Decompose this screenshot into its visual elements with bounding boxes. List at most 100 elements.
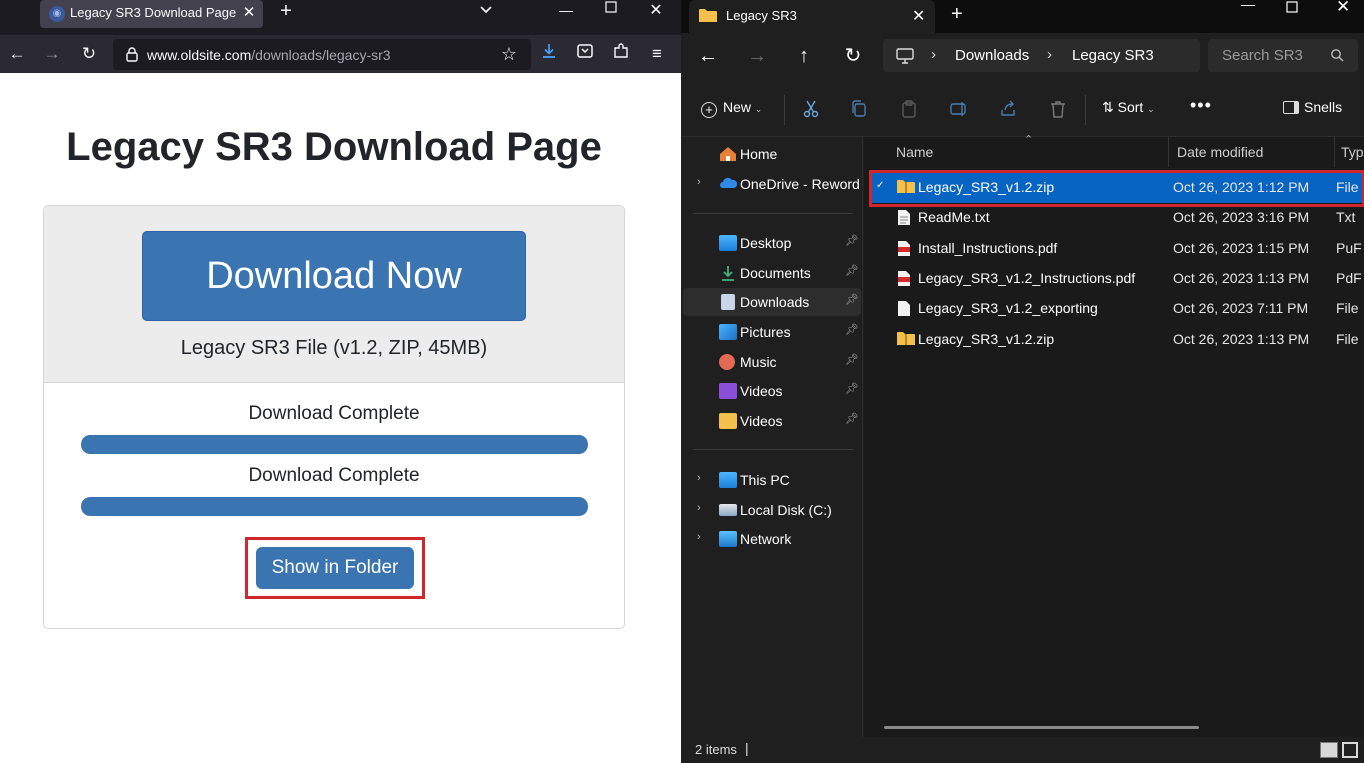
chevron-down-icon: ⌄ <box>1147 104 1155 114</box>
delete-icon[interactable] <box>1048 99 1068 119</box>
nav-item-videos-folder[interactable]: Videos 📌︎ <box>683 407 861 435</box>
file-list: ⌃ Name Date modified Typ ✓ Legacy_SR3_v1.… <box>864 134 1364 737</box>
pocket-icon[interactable] <box>573 42 597 66</box>
nav-item-music[interactable]: Music 📌︎ <box>683 348 861 376</box>
tiles-view-icon[interactable] <box>1342 742 1358 758</box>
pin-icon[interactable]: 📌︎ <box>845 412 859 425</box>
column-divider[interactable] <box>1168 137 1169 167</box>
column-header: ⌃ Name Date modified Typ <box>864 134 1364 167</box>
nav-item-desktop[interactable]: Desktop 📌︎ <box>683 229 861 257</box>
breadcrumb[interactable]: › Downloads › Legacy SR3 <box>883 39 1200 72</box>
computer-icon <box>896 48 914 69</box>
share-icon[interactable] <box>998 99 1018 119</box>
close-window-icon[interactable]: ✕ <box>1336 0 1350 17</box>
pin-icon[interactable]: 📌︎ <box>845 382 859 395</box>
column-type-header[interactable]: Typ <box>1341 144 1364 160</box>
progress-fill <box>81 435 588 454</box>
paste-icon[interactable] <box>899 99 919 119</box>
table-row[interactable]: Install_Instructions.pdf Oct 26, 2023 1:1… <box>870 234 1364 264</box>
nav-divider <box>693 213 853 214</box>
forward-arrow-icon[interactable]: → <box>745 44 769 68</box>
nav-item-documents[interactable]: Documents 📌︎ <box>683 259 861 287</box>
back-arrow-icon[interactable]: ← <box>5 42 29 66</box>
details-pane-button[interactable]: Snells <box>1283 99 1342 115</box>
downloads-icon[interactable] <box>537 42 561 66</box>
table-row[interactable]: Legacy_SR3_v1.2_Instructions.pdf Oct 26, … <box>870 264 1364 294</box>
breadcrumb-legacy-sr3[interactable]: Legacy SR3 <box>1072 47 1154 64</box>
toolbar-divider <box>784 95 785 125</box>
chevron-right-icon: › <box>697 472 701 484</box>
file-explorer-window: Legacy SR3 ✕ + — ✕ ← → ↑ ↻ › Downloads ›… <box>681 0 1364 763</box>
browser-tab[interactable]: ◉ Legacy SR3 Download Page ✕ <box>40 0 263 28</box>
new-tab-icon[interactable]: + <box>275 0 297 24</box>
cloud-icon <box>719 176 738 192</box>
selected-check-icon[interactable]: ✓ <box>876 180 884 191</box>
forward-arrow-icon[interactable]: → <box>40 42 64 66</box>
explorer-command-bar: + New ⌄ ⇅ Sort ⌄ ••• Snells <box>681 79 1364 137</box>
toolbar-divider <box>1085 95 1086 125</box>
table-row[interactable]: ReadMe.txt Oct 26, 2023 3:16 PM Txt <box>870 203 1364 233</box>
download-card: Download Now Legacy SR3 File (v1.2, ZIP,… <box>43 205 625 629</box>
navigation-pane: Home › OneDrive - Reword Desktop 📌︎ Docu… <box>681 137 863 737</box>
download-now-button[interactable]: Download Now <box>142 231 526 321</box>
search-input[interactable]: Search SR3 <box>1208 39 1358 72</box>
column-divider[interactable] <box>1334 137 1335 167</box>
list-all-tabs-chevron-icon[interactable] <box>476 1 496 23</box>
maximize-icon[interactable] <box>601 0 621 22</box>
nav-label: This PC <box>740 472 790 488</box>
pin-icon[interactable]: 📌︎ <box>845 264 859 277</box>
file-name: Install_Instructions.pdf <box>918 239 1058 256</box>
minimize-icon[interactable]: — <box>556 0 576 22</box>
reload-icon[interactable]: ↻ <box>77 42 101 66</box>
rename-icon[interactable] <box>949 99 969 119</box>
chevron-right-icon: › <box>697 176 701 188</box>
url-bar[interactable]: www.oldsite.com/downloads/legacy-sr3 ☆ <box>113 39 531 70</box>
bookmark-star-icon[interactable]: ☆ <box>498 43 520 65</box>
tab-strip: ◉ Legacy SR3 Download Page ✕ + — ✕ <box>0 0 681 35</box>
browser-window: ◉ Legacy SR3 Download Page ✕ + — ✕ ← → ↻… <box>0 0 681 763</box>
nav-item-onedrive[interactable]: › OneDrive - Reword <box>683 170 861 198</box>
new-button[interactable]: + New ⌄ <box>701 99 762 118</box>
new-tab-icon[interactable]: + <box>951 3 963 26</box>
nav-item-videos[interactable]: Videos 📌︎ <box>683 377 861 405</box>
minimize-icon[interactable]: — <box>1241 0 1255 12</box>
pin-icon[interactable]: 📌︎ <box>845 353 859 366</box>
hamburger-menu-icon[interactable]: ≡ <box>645 42 669 66</box>
nav-label: Music <box>740 354 777 370</box>
breadcrumb-downloads[interactable]: Downloads <box>955 47 1029 64</box>
explorer-tab[interactable]: Legacy SR3 ✕ <box>689 0 935 33</box>
more-options-icon[interactable]: ••• <box>1190 95 1212 116</box>
details-view-icon[interactable] <box>1320 742 1338 758</box>
nav-item-pictures[interactable]: Pictures 📌︎ <box>683 318 861 346</box>
maximize-icon[interactable] <box>1286 0 1298 18</box>
file-name: ReadMe.txt <box>918 209 990 226</box>
table-row[interactable]: Legacy_SR3_v1.2.zip Oct 26, 2023 1:13 PM F… <box>870 325 1364 355</box>
file-date: Oct 26, 2023 7:11 PM <box>1173 300 1309 317</box>
nav-label: Documents <box>740 265 811 281</box>
nav-item-home[interactable]: Home <box>683 140 861 168</box>
extensions-puzzle-icon[interactable] <box>609 42 633 66</box>
table-row[interactable]: Legacy_SR3_v1.2_exporting Oct 26, 2023 7:… <box>870 294 1364 324</box>
show-in-folder-button[interactable]: Show in Folder <box>256 547 414 589</box>
up-arrow-icon[interactable]: ↑ <box>792 44 816 68</box>
column-name-header[interactable]: Name <box>896 144 933 160</box>
nav-item-downloads[interactable]: Downloads 📌︎ <box>683 288 861 316</box>
column-date-header[interactable]: Date modified <box>1177 144 1263 160</box>
pin-icon[interactable]: 📌︎ <box>845 323 859 336</box>
sort-button[interactable]: ⇅ Sort ⌄ <box>1102 99 1155 116</box>
tab-close-icon[interactable]: ✕ <box>912 6 925 26</box>
nav-item-network[interactable]: › Network <box>683 525 861 553</box>
horizontal-scrollbar[interactable] <box>884 726 1199 729</box>
tab-close-icon[interactable]: ✕ <box>240 3 258 23</box>
nav-item-local-disk[interactable]: › Local Disk (C:) <box>683 496 861 524</box>
pin-icon[interactable]: 📌︎ <box>845 293 859 306</box>
cut-icon[interactable] <box>801 99 821 119</box>
refresh-icon[interactable]: ↻ <box>841 44 865 68</box>
table-row[interactable]: ✓ Legacy_SR3_v1.2.zip Oct 26, 2023 1:12 PM… <box>870 173 1364 203</box>
pin-icon[interactable]: 📌︎ <box>845 234 859 247</box>
copy-icon[interactable] <box>849 99 869 119</box>
nav-item-this-pc[interactable]: › This PC <box>683 466 861 494</box>
back-arrow-icon[interactable]: ← <box>696 44 720 68</box>
close-window-icon[interactable]: ✕ <box>646 0 666 22</box>
item-count: 2 items <box>695 742 737 757</box>
